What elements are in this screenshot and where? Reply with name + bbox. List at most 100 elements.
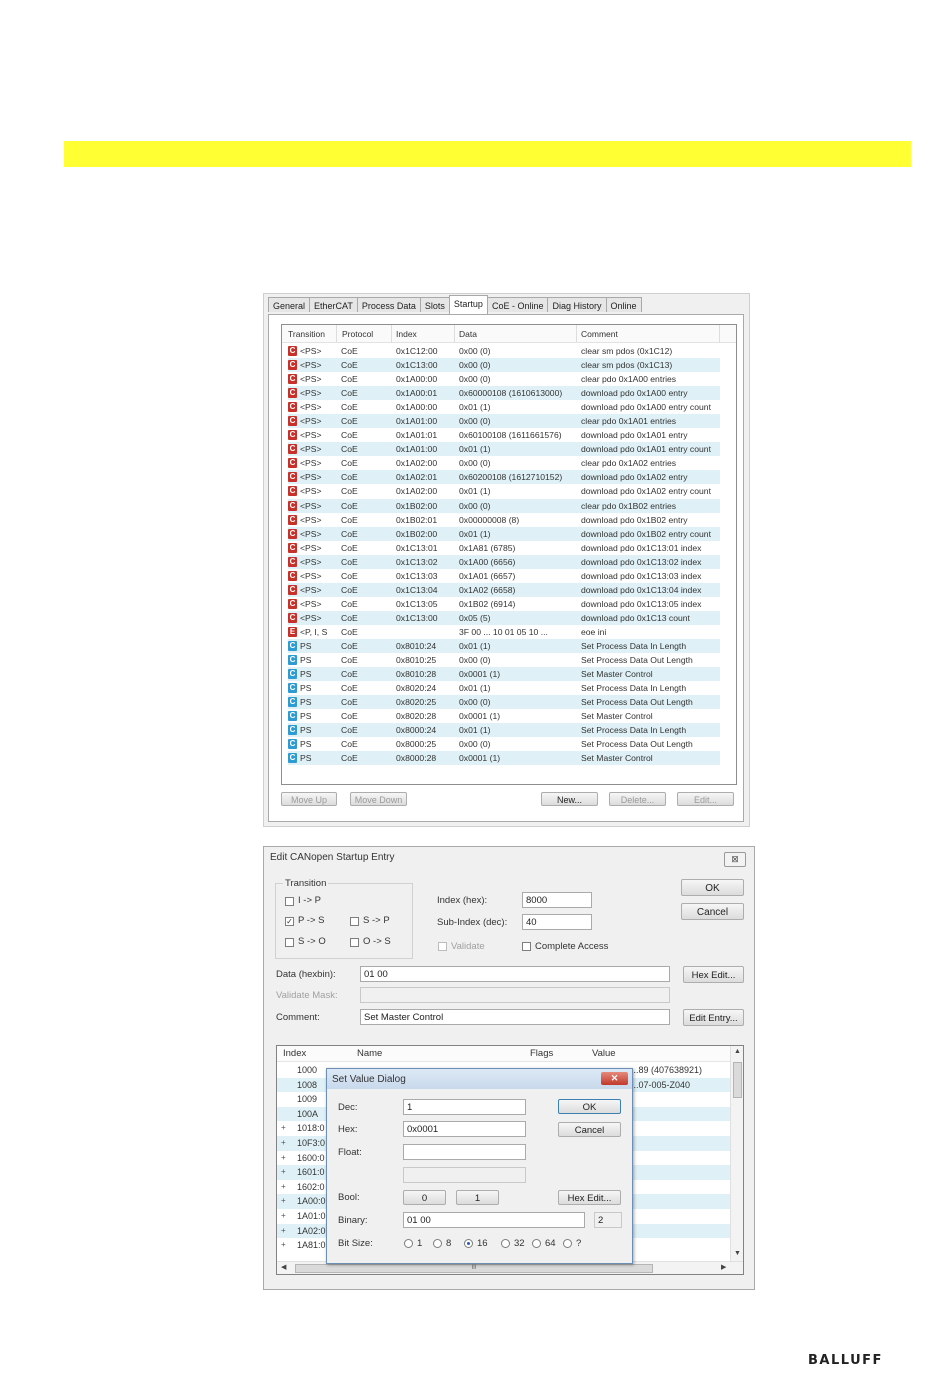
ps-checkbox[interactable]: ✓ — [285, 917, 294, 926]
tab-online[interactable]: Online — [605, 297, 642, 312]
table-row[interactable]: C <PS> CoE 0x1A02:01 0x60200108 (1612710152)… — [282, 470, 736, 485]
table-row[interactable]: E <P, I, S CoE 3F 00 ... 10 01 05 10 ... eoe… — [282, 625, 736, 639]
table-row[interactable]: C <PS> CoE 0x1A02:00 0x01 (1) download pdo 0x… — [282, 484, 736, 498]
tree-col-index[interactable]: Index — [283, 1048, 306, 1059]
close-icon[interactable]: ✕ — [601, 1072, 628, 1085]
table-row[interactable]: C <PS> CoE 0x1B02:00 0x01 (1) download pdo 0x… — [282, 526, 736, 541]
delete-button[interactable]: Delete... — [609, 792, 666, 806]
float-field[interactable] — [403, 1144, 526, 1160]
set-value-cancel-button[interactable]: Cancel — [558, 1122, 621, 1137]
table-row[interactable]: C PS CoE 0x8000:25 0x00 (0) Set Process Data … — [282, 737, 736, 751]
expand-icon[interactable]: + — [281, 1153, 286, 1162]
table-row[interactable]: C <PS> CoE 0x1C13:02 0x1A00 (6656) download p… — [282, 554, 736, 569]
scroll-left-icon[interactable]: ◀ — [281, 1263, 286, 1271]
col-comment[interactable]: Comment — [581, 329, 618, 339]
hex-edit-button[interactable]: Hex Edit... — [683, 966, 744, 983]
scroll-right-icon[interactable]: ▶ — [721, 1263, 726, 1271]
startup-list[interactable]: Transition Protocol Index Data Comment C… — [281, 324, 737, 785]
bitsize-32-radio[interactable] — [501, 1239, 510, 1248]
table-row[interactable]: C PS CoE 0x8020:28 0x0001 (1) Set Master Cont… — [282, 709, 736, 723]
table-row[interactable]: C <PS> CoE 0x1A01:00 0x00 (0) clear pdo 0x1A0… — [282, 414, 736, 429]
expand-icon[interactable]: + — [281, 1138, 286, 1147]
table-row[interactable]: C PS CoE 0x8000:28 0x0001 (1) Set Master Cont… — [282, 751, 736, 766]
expand-icon[interactable]: + — [281, 1167, 286, 1176]
new-button[interactable]: New... — [541, 792, 598, 806]
data-field[interactable]: 01 00 — [360, 966, 670, 982]
table-row[interactable]: C <PS> CoE 0x1C13:04 0x1A02 (6658) download p… — [282, 582, 736, 597]
bitsize-1-radio[interactable] — [404, 1239, 413, 1248]
table-row[interactable]: C <PS> CoE 0x1B02:00 0x00 (0) clear pdo 0x1B0… — [282, 498, 736, 513]
index-field[interactable]: 8000 — [522, 892, 592, 908]
so-checkbox[interactable] — [285, 938, 294, 947]
table-row[interactable]: C PS CoE 0x8000:24 0x01 (1) Set Process Data … — [282, 723, 736, 738]
table-row[interactable]: C <PS> CoE 0x1C13:00 0x05 (5) download pdo 0x… — [282, 610, 736, 625]
bitsize-unknown-radio[interactable] — [563, 1239, 572, 1248]
bool-1-button[interactable]: 1 — [456, 1190, 499, 1205]
table-row[interactable]: C PS CoE 0x8010:24 0x01 (1) Set Process Data … — [282, 638, 736, 653]
binary-field[interactable]: 01 00 — [403, 1212, 585, 1228]
ok-button[interactable]: OK — [681, 879, 744, 896]
tab-startup[interactable]: Startup — [448, 295, 488, 314]
expand-icon[interactable]: + — [281, 1182, 286, 1191]
bitsize-8-radio[interactable] — [433, 1239, 442, 1248]
col-index[interactable]: Index — [396, 329, 417, 339]
move-down-button[interactable]: Move Down — [350, 792, 407, 806]
close-icon[interactable]: ⊠ — [724, 852, 746, 867]
ip-checkbox[interactable] — [285, 897, 294, 906]
subindex-field[interactable]: 40 — [522, 914, 592, 930]
cancel-button[interactable]: Cancel — [681, 903, 744, 920]
horizontal-scroll-thumb[interactable]: III — [295, 1264, 653, 1273]
edit-button[interactable]: Edit... — [677, 792, 734, 806]
scroll-down-icon[interactable]: ▼ — [734, 1250, 741, 1257]
complete-access-checkbox[interactable] — [522, 942, 531, 951]
dec-field[interactable]: 1 — [403, 1099, 526, 1115]
tree-col-flags[interactable]: Flags — [530, 1048, 553, 1059]
expand-icon[interactable]: + — [281, 1211, 286, 1220]
table-row[interactable]: C <PS> CoE 0x1C13:03 0x1A01 (6657) download p… — [282, 569, 736, 583]
tab-process-data[interactable]: Process Data — [356, 297, 421, 312]
table-row[interactable]: C <PS> CoE 0x1A00:00 0x01 (1) download pdo 0x… — [282, 400, 736, 414]
edit-entry-button[interactable]: Edit Entry... — [683, 1009, 744, 1026]
sp-checkbox[interactable] — [350, 917, 359, 926]
validate-mask-field[interactable] — [360, 987, 670, 1003]
table-row[interactable]: C <PS> CoE 0x1C13:05 0x1B02 (6914) download p… — [282, 597, 736, 611]
table-row[interactable]: C <PS> CoE 0x1B02:01 0x00000008 (8) download … — [282, 513, 736, 527]
table-row[interactable]: C <PS> CoE 0x1A01:01 0x60100108 (1611661576)… — [282, 428, 736, 442]
scroll-up-icon[interactable]: ▲ — [734, 1048, 741, 1055]
tree-col-value[interactable]: Value — [592, 1048, 616, 1059]
bool-0-button[interactable]: 0 — [403, 1190, 446, 1205]
table-row[interactable]: C PS CoE 0x8020:25 0x00 (0) Set Process Data … — [282, 695, 736, 710]
table-row[interactable]: C <PS> CoE 0x1A00:00 0x00 (0) clear pdo 0x1A0… — [282, 372, 736, 386]
hex-field[interactable]: 0x0001 — [403, 1121, 526, 1137]
bitsize-16-radio[interactable] — [464, 1239, 473, 1248]
tab-coe-online[interactable]: CoE - Online — [486, 297, 549, 312]
set-value-hex-edit-button[interactable]: Hex Edit... — [558, 1190, 621, 1205]
vertical-scroll-thumb[interactable] — [733, 1062, 742, 1098]
tab-general[interactable]: General — [268, 297, 311, 312]
expand-icon[interactable]: + — [281, 1123, 286, 1132]
vertical-scrollbar[interactable]: ▲ ▼ — [730, 1046, 743, 1262]
move-up-button[interactable]: Move Up — [281, 792, 337, 806]
tab-slots[interactable]: Slots — [419, 297, 450, 312]
tree-col-name[interactable]: Name — [357, 1048, 382, 1059]
tab-diag-history[interactable]: Diag History — [547, 297, 607, 312]
col-data[interactable]: Data — [459, 329, 477, 339]
validate-checkbox[interactable] — [438, 942, 447, 951]
os-checkbox[interactable] — [350, 938, 359, 947]
table-row[interactable]: C PS CoE 0x8020:24 0x01 (1) Set Process Data … — [282, 681, 736, 695]
expand-icon[interactable]: + — [281, 1196, 286, 1205]
comment-field[interactable]: Set Master Control — [360, 1009, 670, 1025]
table-row[interactable]: C <PS> CoE 0x1C12:00 0x00 (0) clear sm pdos (… — [282, 344, 736, 358]
expand-icon[interactable]: + — [281, 1240, 286, 1249]
table-row[interactable]: C <PS> CoE 0x1A02:00 0x00 (0) clear pdo 0x1A0… — [282, 456, 736, 470]
bitsize-64-radio[interactable] — [532, 1239, 541, 1248]
table-row[interactable]: C <PS> CoE 0x1A01:00 0x01 (1) download pdo 0x… — [282, 442, 736, 457]
tab-ethercat[interactable]: EtherCAT — [309, 297, 358, 312]
table-row[interactable]: C PS CoE 0x8010:28 0x0001 (1) Set Master Cont… — [282, 667, 736, 682]
expand-icon[interactable]: + — [281, 1226, 286, 1235]
table-row[interactable]: C <PS> CoE 0x1C13:01 0x1A81 (6785) download p… — [282, 541, 736, 555]
col-protocol[interactable]: Protocol — [342, 329, 373, 339]
table-row[interactable]: C <PS> CoE 0x1A00:01 0x60000108 (1610613000)… — [282, 386, 736, 401]
set-value-ok-button[interactable]: OK — [558, 1099, 621, 1114]
table-row[interactable]: C PS CoE 0x8010:25 0x00 (0) Set Process Data … — [282, 653, 736, 667]
